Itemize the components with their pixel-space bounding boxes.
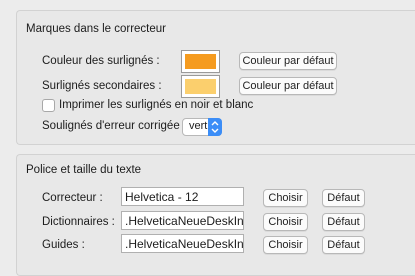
print-bw-checkbox[interactable] bbox=[42, 99, 55, 112]
dictionary-font-field[interactable]: .HelveticaNeueDeskInterf bbox=[121, 211, 244, 230]
dictionary-font-choose-button[interactable]: Choisir bbox=[263, 213, 308, 231]
corrected-error-value: vert bbox=[189, 120, 208, 132]
dictionary-font-label: Dictionnaires : bbox=[42, 216, 115, 228]
font-size-title: Police et taille du texte bbox=[26, 164, 142, 176]
corrected-error-label: Soulignés d'erreur corrigée : bbox=[42, 120, 187, 132]
secondary-color-fill bbox=[185, 79, 216, 94]
highlight-color-label: Couleur des surlignés : bbox=[42, 55, 160, 67]
secondary-color-well[interactable] bbox=[181, 75, 220, 98]
guides-font-choose-button[interactable]: Choisir bbox=[263, 236, 308, 254]
highlight-color-fill bbox=[185, 54, 216, 69]
guides-font-field[interactable]: .HelveticaNeueDeskInterf bbox=[121, 234, 244, 253]
checker-font-label: Correcteur : bbox=[42, 192, 103, 204]
guides-font-label: Guides : bbox=[42, 239, 85, 251]
corrected-error-color-select[interactable]: vert bbox=[182, 118, 222, 136]
checker-font-default-button[interactable]: Défaut bbox=[322, 189, 365, 207]
guides-font-default-button[interactable]: Défaut bbox=[322, 236, 365, 254]
print-bw-label: Imprimer les surlignés en noir et blanc bbox=[59, 99, 254, 111]
secondary-default-color-button[interactable]: Couleur par défaut bbox=[239, 77, 337, 95]
checker-font-field[interactable]: Helvetica - 12 bbox=[121, 187, 244, 206]
chevron-updown-icon bbox=[208, 118, 222, 136]
checker-marks-title: Marques dans le correcteur bbox=[26, 23, 166, 35]
highlight-color-well[interactable] bbox=[181, 50, 220, 73]
highlight-default-color-button[interactable]: Couleur par défaut bbox=[239, 52, 337, 70]
checker-font-choose-button[interactable]: Choisir bbox=[263, 189, 308, 207]
dictionary-font-default-button[interactable]: Défaut bbox=[322, 213, 365, 231]
secondary-highlight-label: Surlignés secondaires : bbox=[42, 80, 162, 92]
